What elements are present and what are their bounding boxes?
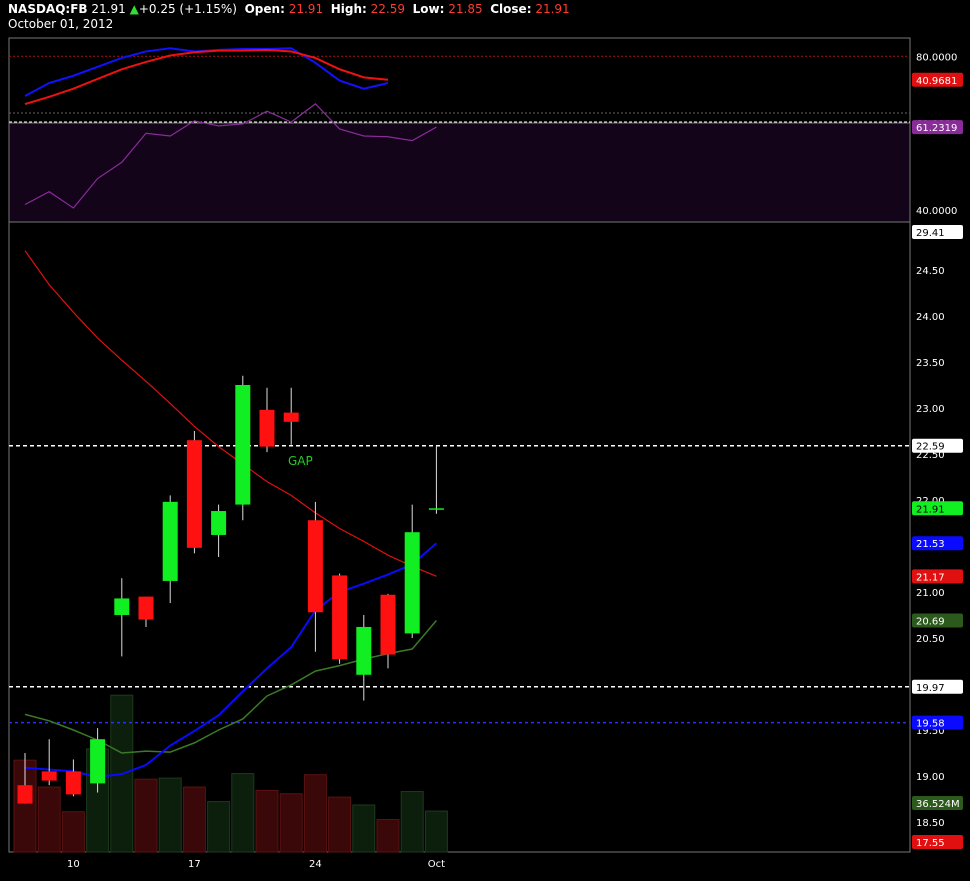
candle-down — [283, 412, 299, 422]
volume-bar — [255, 789, 279, 853]
volume-badge: 36.524M — [916, 799, 960, 810]
candle-down — [65, 771, 81, 795]
volume-bar — [303, 774, 327, 853]
x-tick-label: Oct — [428, 859, 445, 870]
top-price-badge: 29.41 — [916, 228, 945, 239]
sma-badge: 20.69 — [916, 617, 945, 628]
ema-slow-badge: 21.17 — [916, 572, 945, 583]
volume-bar — [37, 786, 61, 853]
volume-bar — [376, 819, 400, 853]
candle-up — [356, 626, 372, 675]
gap-annotation: GAP — [288, 454, 313, 468]
stock-chart[interactable]: GAP18.5019.0019.5020.0020.5021.0021.5022… — [0, 0, 970, 881]
candle-up — [114, 598, 130, 615]
x-tick-label: 10 — [67, 859, 80, 870]
x-tick-label: 24 — [309, 859, 322, 870]
stoch-tick-label: 80.0000 — [916, 52, 957, 63]
volume-bar — [182, 786, 206, 853]
volume-bar — [352, 804, 376, 853]
ema-fast-line — [24, 542, 438, 778]
y-tick-label: 21.00 — [916, 588, 945, 599]
volume-bar — [279, 793, 303, 853]
stoch-value-badge: 40.9681 — [916, 76, 957, 87]
volume-bar — [61, 811, 85, 853]
ema-fast-badge: 21.53 — [916, 539, 945, 550]
y-tick-label: 20.50 — [916, 634, 945, 645]
price-panel — [8, 221, 911, 853]
candle-up — [235, 385, 251, 505]
rsi-tick-label: 40.0000 — [916, 206, 957, 217]
candle-up — [162, 501, 178, 581]
candle-up — [90, 739, 106, 784]
candle-down — [259, 409, 275, 447]
candle-down — [138, 596, 154, 620]
y-tick-label: 24.50 — [916, 266, 945, 277]
candle-down — [332, 575, 348, 660]
volume-bar — [134, 778, 158, 853]
x-tick-label: 17 — [188, 859, 201, 870]
last-price-badge: 21.91 — [916, 504, 945, 515]
rsi-value-badge: 61.2319 — [916, 123, 957, 134]
y-tick-label: 23.50 — [916, 358, 945, 369]
y-tick-label: 23.00 — [916, 404, 945, 415]
volume-bar — [231, 773, 255, 853]
y-tick-label: 24.00 — [916, 312, 945, 323]
volume-bar — [158, 777, 182, 853]
volume-bar — [424, 810, 448, 853]
candle-down — [186, 440, 202, 548]
volume-bar — [207, 801, 231, 853]
volume-bar — [328, 796, 352, 853]
y-tick-label: 18.50 — [916, 818, 945, 829]
candle-down — [380, 594, 396, 655]
blue-level-badge: 19.58 — [916, 719, 945, 730]
candle-up — [211, 511, 227, 535]
stochastic-panel — [8, 37, 911, 124]
y-tick-label: 19.00 — [916, 772, 945, 783]
ema-slow-line — [24, 250, 437, 577]
bottom-price-badge: 17.55 — [916, 838, 945, 849]
candle-up — [404, 532, 420, 634]
resistance-badge: 22.59 — [916, 442, 945, 453]
candle-down — [17, 785, 33, 804]
candle-down — [41, 771, 57, 781]
candle-up — [428, 508, 444, 510]
rsi-panel — [8, 122, 911, 223]
volume-bar — [400, 791, 424, 853]
support-badge: 19.97 — [916, 683, 945, 694]
candle-down — [307, 520, 323, 613]
